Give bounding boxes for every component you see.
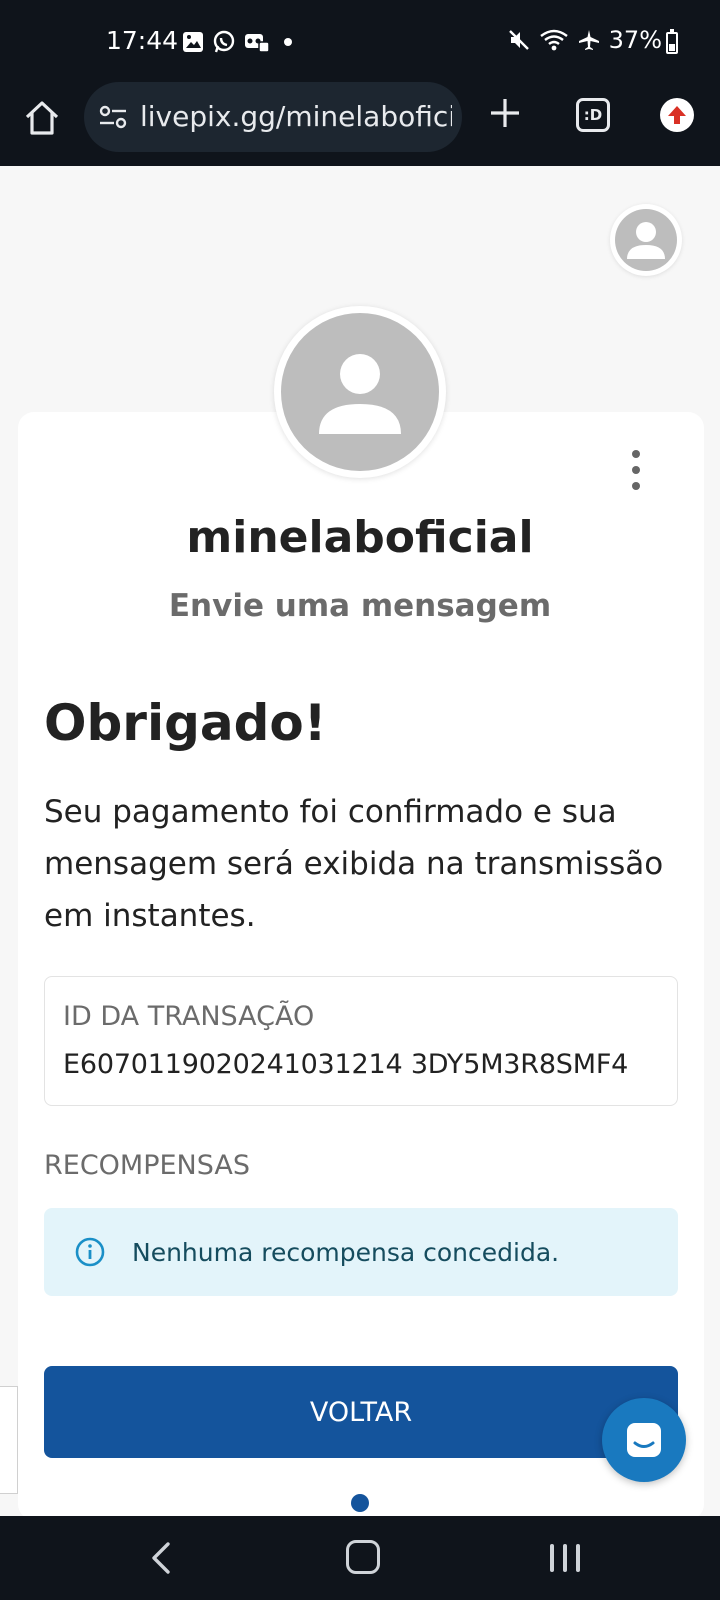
update-icon[interactable] — [660, 98, 694, 132]
whatsapp-icon — [213, 30, 235, 53]
new-tab-icon[interactable] — [488, 96, 522, 130]
airplane-icon — [578, 30, 599, 50]
confirmation-card — [18, 412, 704, 1520]
status-bar: 17:44 37% — [0, 0, 720, 84]
chat-button[interactable] — [602, 1398, 686, 1482]
url-text[interactable]: livepix.gg/minelaboficial — [140, 100, 452, 133]
account-avatar[interactable] — [610, 204, 682, 276]
address-bar[interactable]: livepix.gg/minelaboficial — [84, 82, 462, 152]
status-time: 17:44 — [106, 26, 179, 55]
tab-switcher-button[interactable]: :D — [576, 98, 610, 132]
battery-percent: 37% — [608, 26, 662, 54]
status-notification-icons — [182, 30, 270, 54]
confirmation-title: Obrigado! — [44, 694, 327, 752]
mute-icon — [508, 30, 529, 50]
wifi-icon — [539, 29, 568, 51]
rewards-empty-text: Nenhuma recompensa concedida. — [132, 1238, 560, 1267]
back-nav-icon[interactable] — [146, 1538, 176, 1578]
person-icon — [627, 222, 665, 259]
rewards-alert: Nenhuma recompensa concedida. — [44, 1208, 678, 1296]
transaction-box: ID DA TRANSAÇÃO E6070119020241031214 3DY… — [44, 976, 678, 1106]
home-icon[interactable] — [22, 98, 62, 138]
browser-toolbar: livepix.gg/minelaboficial :D — [0, 82, 720, 166]
voicemail-icon — [245, 34, 270, 53]
arrow-up-icon — [668, 106, 686, 124]
confirmation-message: Seu pagamento foi confirmado e sua mensa… — [44, 794, 664, 934]
transaction-id: E6070119020241031214 3DY5M3R8SMF4 — [63, 1049, 629, 1080]
home-nav-icon[interactable] — [346, 1540, 380, 1574]
notification-dot — [284, 38, 292, 46]
profile-username: minelaboficial — [186, 512, 534, 563]
info-icon — [75, 1237, 105, 1267]
more-options-icon[interactable] — [628, 450, 644, 490]
recents-nav-icon[interactable] — [548, 1540, 582, 1574]
back-button[interactable]: VOLTAR — [44, 1366, 678, 1458]
pagination-dot[interactable] — [351, 1494, 369, 1512]
chat-icon — [627, 1423, 661, 1457]
battery-icon — [666, 29, 678, 54]
person-icon — [319, 354, 401, 434]
rewards-title: RECOMPENSAS — [44, 1150, 251, 1181]
status-system-icons: 37% — [507, 26, 662, 54]
profile-subtitle: Envie uma mensagem — [168, 588, 552, 624]
transaction-label: ID DA TRANSAÇÃO — [63, 1001, 315, 1032]
site-settings-icon[interactable] — [98, 104, 128, 130]
profile-avatar — [274, 306, 446, 478]
gallery-icon — [183, 32, 203, 52]
navigation-bar — [0, 1516, 720, 1600]
side-widget-tab[interactable] — [0, 1386, 18, 1494]
tab-switcher-label: :D — [583, 106, 603, 124]
